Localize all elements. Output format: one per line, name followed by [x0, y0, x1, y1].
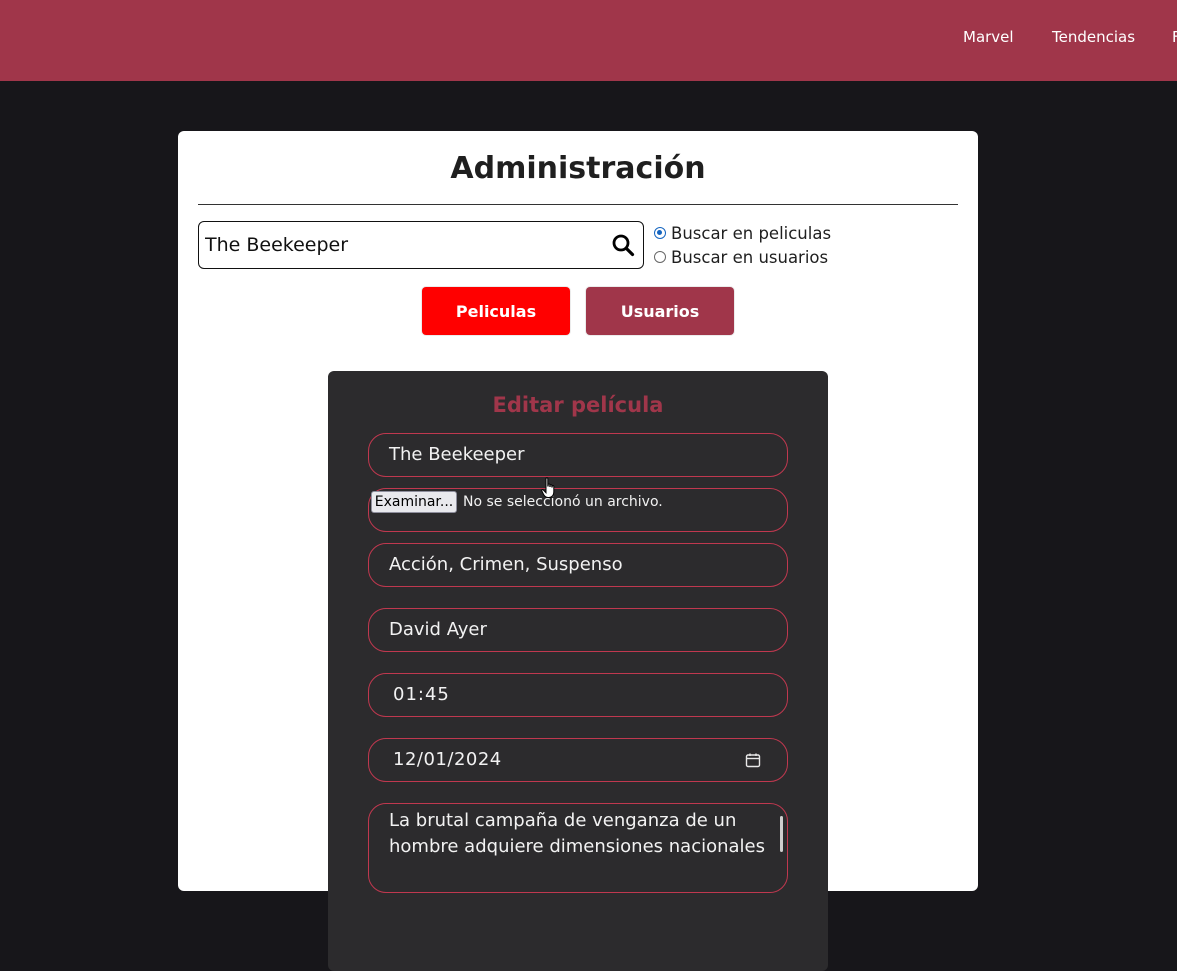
movie-name-value: The Beekeeper	[389, 444, 525, 465]
calendar-icon[interactable]	[745, 752, 761, 768]
hand-cursor-icon	[541, 477, 555, 498]
edit-movie-card: Editar película The Beekeeper Examinar..…	[328, 371, 828, 971]
search-box[interactable]	[198, 221, 644, 269]
movie-duration-value: 01:45	[393, 684, 450, 705]
radio-label-movies: Buscar en peliculas	[671, 223, 832, 243]
search-input[interactable]	[205, 232, 605, 258]
movie-director-value: David Ayer	[389, 619, 487, 640]
page-title: Administración	[450, 151, 706, 186]
nav-link-truncated[interactable]: F	[1172, 28, 1177, 46]
movie-name-field[interactable]: The Beekeeper	[368, 433, 788, 477]
radio-unchecked-icon[interactable]	[654, 251, 666, 263]
search-icon[interactable]	[611, 233, 635, 257]
edit-movie-title: Editar película	[492, 393, 664, 417]
movie-genres-value: Acción, Crimen, Suspenso	[389, 554, 623, 575]
nav-link-tendencias[interactable]: Tendencias	[1052, 28, 1135, 46]
tab-usuarios[interactable]: Usuarios	[586, 287, 734, 335]
movie-poster-file-field[interactable]: Examinar... No se seleccionó un archivo.	[368, 488, 788, 532]
nav-link-marvel[interactable]: Marvel	[963, 28, 1014, 46]
radio-search-users[interactable]: Buscar en usuarios	[654, 246, 828, 268]
movie-release-date-field[interactable]: 12/01/2024	[368, 738, 788, 782]
admin-panel: Administración Buscar en peliculas Busca…	[178, 131, 978, 971]
tab-peliculas[interactable]: Peliculas	[422, 287, 570, 335]
movie-director-field[interactable]: David Ayer	[368, 608, 788, 652]
radio-search-movies[interactable]: Buscar en peliculas	[654, 222, 831, 244]
movie-release-date-value: 12/01/2024	[393, 749, 502, 770]
top-navbar: Marvel Tendencias F	[0, 0, 1177, 81]
movie-duration-field[interactable]: 01:45	[368, 673, 788, 717]
file-status-text: No se seleccionó un archivo.	[463, 494, 663, 510]
movie-genres-field[interactable]: Acción, Crimen, Suspenso	[368, 543, 788, 587]
textarea-scrollbar[interactable]	[780, 816, 783, 852]
radio-label-users: Buscar en usuarios	[671, 247, 829, 267]
radio-checked-icon[interactable]	[654, 227, 666, 239]
movie-description-value: La brutal campaña de venganza de un homb…	[389, 810, 766, 857]
movie-description-textarea[interactable]: La brutal campaña de venganza de un homb…	[368, 803, 788, 893]
browse-file-button[interactable]: Examinar...	[371, 491, 457, 513]
title-divider	[198, 204, 958, 205]
